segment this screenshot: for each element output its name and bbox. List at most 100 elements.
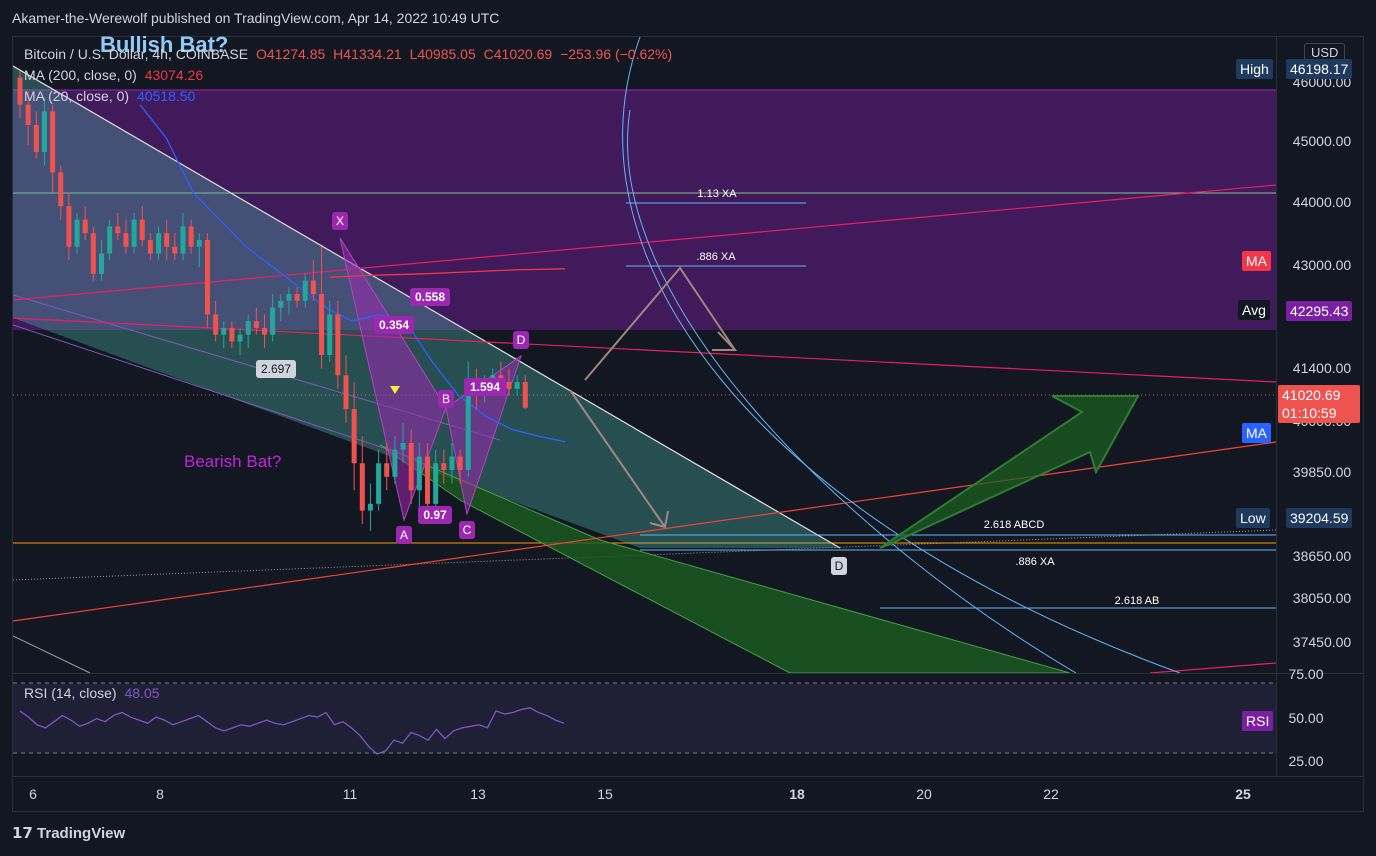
candle-body — [139, 219, 145, 240]
candle-body — [115, 226, 121, 234]
candle-body — [506, 382, 512, 389]
candle-body — [74, 219, 80, 247]
time-tick-label: 20 — [916, 786, 932, 802]
candle-body — [392, 449, 398, 477]
rsi-tick-label: 50.00 — [1288, 710, 1323, 726]
candle-body — [17, 77, 23, 105]
legend-ma20[interactable]: MA (20, close, 0) 40518.50 — [24, 88, 199, 104]
label-c: C — [463, 523, 472, 537]
rsi-tick-label: 25.00 — [1288, 753, 1323, 769]
candle-body — [253, 321, 259, 328]
tradingview-logo[interactable]: 𝟭𝟳 TradingView — [12, 824, 125, 842]
candle-body — [384, 463, 390, 477]
label-d2: D — [835, 559, 844, 573]
candle-body — [164, 233, 170, 247]
candle-body — [376, 463, 382, 504]
ratio-0558: 0.558 — [415, 290, 445, 304]
label-x: X — [336, 214, 344, 228]
time-tick-label: 11 — [343, 786, 358, 802]
legend-ma20-value: 40518.50 — [136, 88, 196, 104]
time-tick-label: 8 — [156, 786, 164, 802]
candle-body — [359, 463, 365, 511]
price-tick-label: 43000.00 — [1293, 257, 1352, 273]
legend-open: O41274.85 — [255, 46, 326, 62]
ma20-badge: MA — [1242, 423, 1271, 443]
avg-badge-label: Avg — [1238, 300, 1270, 320]
price-tick-label: 37450.00 — [1293, 634, 1352, 650]
avg-badge-value: 42295.43 — [1286, 301, 1353, 321]
time-tick-label: 22 — [1043, 786, 1059, 802]
candle-body — [433, 463, 439, 504]
fib-abcd-label: 2.618 ABCD — [984, 519, 1045, 531]
legend-low: L40985.05 — [409, 46, 476, 62]
low-badge-value: 39204.59 — [1286, 508, 1353, 528]
label-a: A — [400, 528, 408, 542]
ratio-1594: 1.594 — [470, 380, 500, 394]
ma200-badge: MA — [1242, 251, 1271, 271]
high-badge-label: High — [1236, 59, 1273, 79]
candle-body — [50, 111, 56, 173]
red-trend-low — [1149, 662, 1276, 673]
fib-886-low-label: .886 XA — [1015, 556, 1055, 568]
candle-body — [351, 409, 357, 464]
candle-body — [107, 226, 113, 254]
fib-ab-label: 2.618 AB — [1115, 595, 1160, 607]
projection-up-arrow — [712, 331, 738, 351]
time-tick-label: 13 — [470, 786, 486, 802]
candle-body — [343, 375, 349, 410]
time-tick-label: 6 — [29, 786, 37, 802]
ratio-0354: 0.354 — [379, 318, 409, 332]
candle-body — [425, 456, 430, 504]
candle-body — [245, 321, 251, 335]
candle-body — [99, 253, 104, 274]
candle-body — [522, 382, 528, 408]
candle-body — [310, 280, 316, 295]
candle-body — [286, 294, 292, 301]
candle-body — [172, 246, 178, 254]
candle-body — [449, 456, 455, 471]
legend-ma200-value: 43074.26 — [144, 67, 204, 83]
price-tick-label: 38650.00 — [1293, 548, 1352, 564]
drawings-layer — [13, 37, 1276, 673]
candle-body — [262, 327, 267, 335]
price-tick-label: 44000.00 — [1293, 194, 1352, 210]
candle-body — [131, 219, 137, 247]
grey-trend — [13, 635, 91, 673]
price-tick-label: 39850.00 — [1293, 464, 1352, 480]
candle-body — [302, 280, 308, 301]
fib-886-top-label: .886 XA — [696, 251, 736, 263]
candle-body — [213, 314, 219, 335]
legend-ma200[interactable]: MA (200, close, 0) 43074.26 — [24, 67, 207, 83]
candle-body — [188, 226, 194, 247]
candle-body — [319, 294, 325, 355]
legend-symbol[interactable]: Bitcoin / U.S. Dollar, 4h, COINBASE — [24, 46, 248, 62]
candle-body — [294, 294, 300, 301]
candle-body — [221, 327, 227, 335]
candle-body — [327, 314, 333, 355]
candle-body — [156, 233, 162, 254]
candle-body — [514, 382, 520, 389]
candle-body — [33, 124, 39, 153]
time-axis: 6 8 11 13 15 18 20 22 25 — [29, 786, 1251, 802]
candle-body — [416, 456, 422, 491]
legend-ma200-label: MA (200, close, 0) — [24, 67, 137, 83]
price-tick-label: 45000.00 — [1293, 133, 1352, 149]
legend-rsi-value: 48.05 — [124, 685, 160, 701]
low-badge-label: Low — [1236, 508, 1270, 528]
candle-body — [66, 206, 72, 247]
legend-rsi[interactable]: RSI (14, close) 48.05 — [24, 685, 164, 701]
time-tick-label: 25 — [1235, 786, 1251, 802]
rsi-axis: 75.00 50.00 25.00 — [1288, 666, 1323, 769]
label-b: B — [442, 392, 450, 406]
candle-body — [408, 442, 414, 491]
candle-body — [441, 463, 447, 471]
legend-ohlc: Bitcoin / U.S. Dollar, 4h, COINBASE O412… — [24, 46, 676, 62]
candle-body — [204, 239, 210, 315]
legend-change: −253.96 (−0.62%) — [560, 46, 673, 62]
candle-body — [25, 104, 31, 125]
rsi-badge: RSI — [1242, 711, 1274, 731]
time-tick-label: 15 — [597, 786, 613, 802]
candle-body — [196, 239, 202, 247]
chart-canvas[interactable]: 46000.0045000.0044000.0043000.0041400.00… — [0, 0, 1376, 856]
candle-body — [90, 233, 96, 274]
